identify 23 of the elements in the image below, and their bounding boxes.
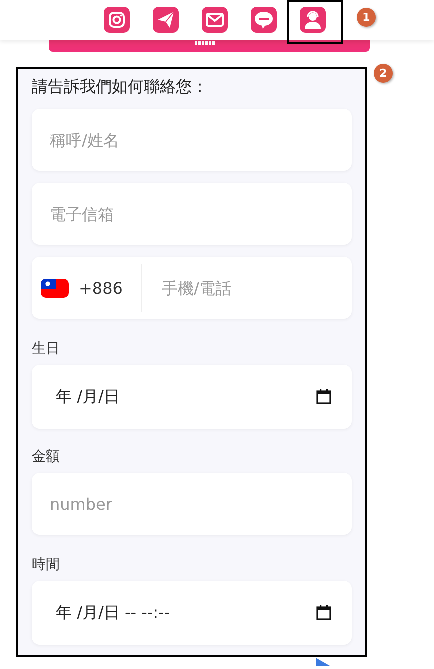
input-field[interactable]: number (32, 473, 352, 535)
phone-input-field[interactable]: 手機/電話 (160, 278, 356, 298)
instagram-icon[interactable] (104, 7, 130, 33)
mail-icon[interactable] (202, 7, 228, 33)
input-field[interactable]: 稱呼/姓名 (32, 109, 352, 171)
annotation-badge: 2 (374, 64, 393, 83)
flag-icon (41, 278, 69, 298)
date-input-field[interactable]: 年 /月/日 -- --:-- (32, 581, 352, 645)
field-label: 金額 (32, 448, 61, 466)
country-code-selector[interactable]: +886 (32, 264, 142, 312)
triangle-icon (316, 658, 330, 666)
field-label: 時間 (32, 556, 61, 574)
field-label: 生日 (32, 340, 61, 358)
paper-plane-icon[interactable] (153, 7, 179, 33)
calendar-icon[interactable] (316, 605, 332, 621)
calendar-icon[interactable] (316, 389, 332, 405)
form-heading: 請告訴我們如何聯絡您： (32, 77, 209, 98)
input-field[interactable]: 電子信箱 (32, 183, 352, 245)
submit-bar[interactable] (49, 40, 370, 52)
date-input-field[interactable]: 年 /月/日 (32, 365, 352, 429)
chat-bubble-icon[interactable] (251, 7, 277, 33)
highlight-frame (287, 0, 343, 44)
customer-service-icon[interactable] (300, 7, 326, 33)
